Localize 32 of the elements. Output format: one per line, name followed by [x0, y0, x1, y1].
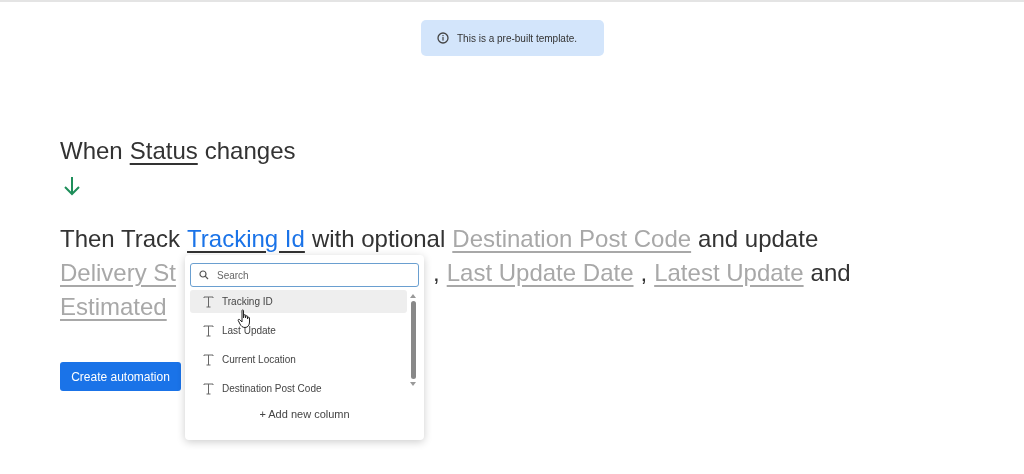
field-link[interactable]: Last Update Date: [446, 256, 634, 290]
create-automation-button[interactable]: Create automation: [60, 362, 181, 391]
scroll-down-icon[interactable]: [409, 381, 417, 387]
add-column-button[interactable]: + Add new column: [190, 408, 419, 420]
text-type-icon: [203, 295, 214, 308]
sentence-text: and: [810, 258, 851, 288]
sentence-text: ,: [433, 258, 440, 288]
sentence-text: changes: [204, 136, 296, 166]
sentence-text: with optional: [311, 224, 446, 254]
field-link[interactable]: Tracking Id: [187, 222, 305, 256]
column-option[interactable]: Current Location: [190, 348, 407, 371]
field-link[interactable]: Destination Post Code: [452, 222, 692, 256]
field-link[interactable]: Status: [129, 134, 198, 168]
column-option[interactable]: Last Update: [190, 319, 407, 342]
field-link[interactable]: Estimated: [60, 290, 167, 324]
sentence-text: and update: [698, 224, 819, 254]
column-option[interactable]: Tracking ID: [190, 290, 407, 313]
info-icon: [437, 32, 449, 44]
scroll-up-icon[interactable]: [409, 293, 417, 299]
field-link[interactable]: Delivery St: [60, 256, 177, 290]
down-arrow-icon: [63, 176, 81, 196]
sentence-text: ,: [640, 258, 648, 288]
column-option[interactable]: Destination Post Code: [190, 377, 407, 400]
text-type-icon: [203, 382, 214, 395]
banner-text: This is a pre-built template.: [457, 32, 578, 44]
text-type-icon: [203, 353, 214, 366]
sentence-text: When: [60, 136, 123, 166]
text-type-icon: [203, 324, 214, 337]
search-icon: [199, 270, 209, 280]
search-field[interactable]: Search: [190, 263, 419, 287]
field-link[interactable]: Latest Update: [654, 256, 804, 290]
sentence-text: Then Track: [60, 224, 181, 254]
